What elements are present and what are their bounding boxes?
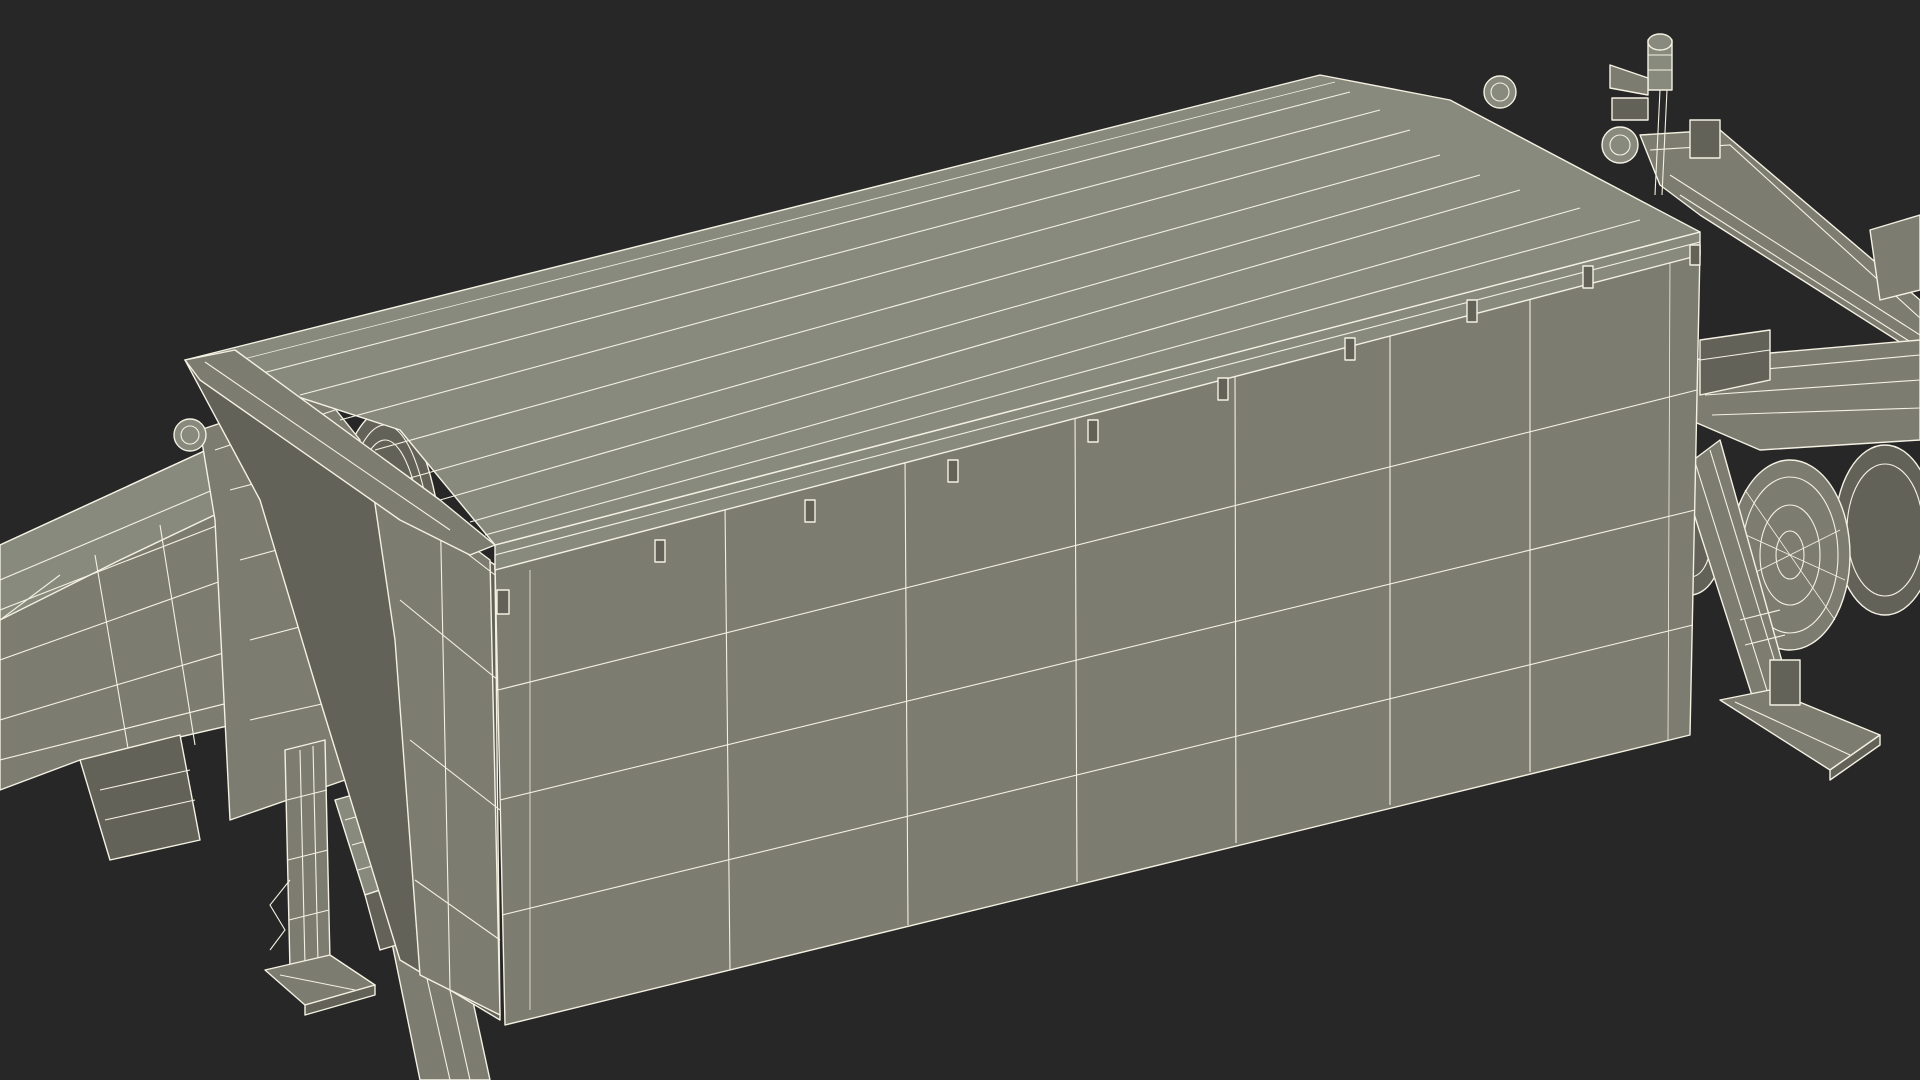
render-viewport: .surf { fill: #7c7c71; stroke: #f4f1e2; …	[0, 0, 1920, 1080]
wireframe-render: .surf { fill: #7c7c71; stroke: #f4f1e2; …	[0, 0, 1920, 1080]
